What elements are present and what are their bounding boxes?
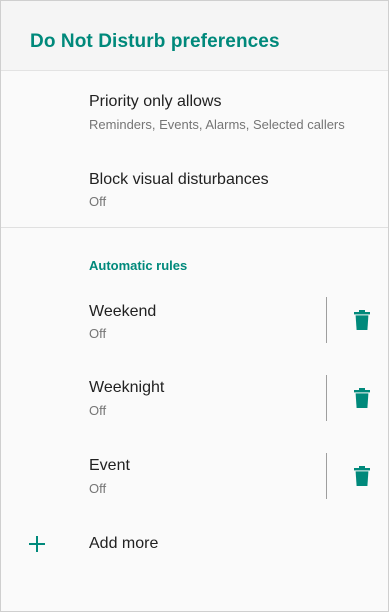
block-visual-disturbances-setting[interactable]: Block visual disturbances Off xyxy=(1,151,388,226)
rule-name: Weeknight xyxy=(89,379,165,396)
rule-name: Weekend xyxy=(89,303,157,320)
rule-name: Event xyxy=(89,457,130,474)
rule-status: Off xyxy=(89,403,107,418)
app-bar: Do Not Disturb preferences xyxy=(1,1,388,71)
rule-divider xyxy=(326,297,327,343)
page-title: Do Not Disturb preferences xyxy=(30,31,280,52)
rule-item-event[interactable]: Event Off xyxy=(1,445,388,509)
add-more-rule-button[interactable]: Add more xyxy=(1,523,388,567)
setting-summary: Off xyxy=(89,194,107,209)
rule-item-weekend[interactable]: Weekend Off xyxy=(1,289,388,353)
setting-title: Priority only allows xyxy=(89,93,222,110)
rule-status: Off xyxy=(89,481,107,496)
trash-icon[interactable] xyxy=(354,388,370,408)
rule-divider xyxy=(326,453,327,499)
dnd-preferences-screen: Do Not Disturb preferences Priority only… xyxy=(0,0,389,612)
setting-title: Block visual disturbances xyxy=(89,171,269,188)
rule-status: Off xyxy=(89,326,107,341)
trash-icon[interactable] xyxy=(354,310,370,330)
plus-icon xyxy=(29,536,45,552)
add-more-label: Add more xyxy=(89,535,159,552)
rule-item-weeknight[interactable]: Weeknight Off xyxy=(1,367,388,431)
rule-divider xyxy=(326,375,327,421)
setting-summary: Reminders, Events, Alarms, Selected call… xyxy=(89,117,345,132)
trash-icon[interactable] xyxy=(354,466,370,486)
section-divider xyxy=(1,227,388,228)
automatic-rules-header: Automatic rules xyxy=(89,258,188,273)
priority-only-allows-setting[interactable]: Priority only allows Reminders, Events, … xyxy=(1,71,388,143)
